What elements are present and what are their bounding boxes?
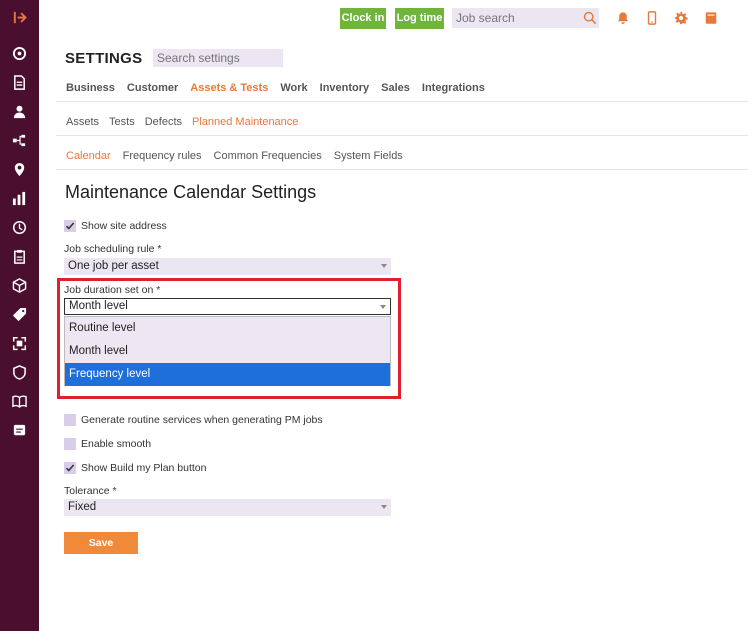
reports-chart-icon[interactable] — [9, 188, 29, 208]
generate-routine-label: Generate routine services when generatin… — [81, 414, 323, 426]
divider — [56, 135, 748, 136]
tab-integrations[interactable]: Integrations — [422, 82, 485, 94]
main-tabs: Business Customer Assets & Tests Work In… — [66, 82, 485, 94]
shield-icon[interactable] — [9, 362, 29, 382]
tab-customer[interactable]: Customer — [127, 82, 178, 94]
dashboard-icon[interactable] — [9, 43, 29, 63]
chevron-down-icon — [381, 264, 387, 268]
enable-smooth-row: Enable smooth — [64, 438, 151, 450]
log-time-button[interactable]: Log time — [395, 8, 444, 29]
tab-defects[interactable]: Defects — [145, 116, 182, 128]
tab-inventory[interactable]: Inventory — [320, 82, 370, 94]
scan-icon[interactable] — [9, 333, 29, 353]
tab-common-frequencies[interactable]: Common Frequencies — [214, 150, 322, 162]
collapse-sidebar-icon[interactable] — [9, 7, 29, 27]
tab-assets[interactable]: Assets — [66, 116, 99, 128]
tab-tests[interactable]: Tests — [109, 116, 135, 128]
highlight-annotation — [57, 278, 401, 399]
show-site-address-label: Show site address — [81, 220, 167, 232]
book-icon[interactable] — [9, 391, 29, 411]
settings-title: SETTINGS — [65, 50, 143, 67]
tolerance-label: Tolerance * — [64, 485, 117, 497]
sub-tabs: Assets Tests Defects Planned Maintenance — [66, 116, 298, 128]
tolerance-value: Fixed — [68, 501, 97, 513]
job-scheduling-rule-select[interactable]: One job per asset — [64, 258, 391, 275]
tab-calendar[interactable]: Calendar — [66, 150, 111, 162]
tab-system-fields[interactable]: System Fields — [334, 150, 403, 162]
location-pin-icon[interactable] — [9, 159, 29, 179]
notebook-icon[interactable] — [704, 11, 718, 25]
tolerance-select[interactable]: Fixed — [64, 499, 391, 516]
job-scheduling-rule-label: Job scheduling rule * — [64, 243, 162, 255]
sidebar — [0, 0, 39, 631]
user-icon[interactable] — [9, 101, 29, 121]
third-tabs: Calendar Frequency rules Common Frequenc… — [66, 150, 403, 162]
job-scheduling-rule-value: One job per asset — [68, 260, 159, 272]
settings-search-input[interactable] — [153, 49, 283, 67]
divider — [56, 101, 748, 102]
enable-smooth-label: Enable smooth — [81, 438, 152, 450]
show-build-plan-row: Show Build my Plan button — [64, 462, 207, 474]
bell-icon[interactable] — [616, 11, 630, 25]
tab-work[interactable]: Work — [280, 82, 307, 94]
job-search-input[interactable] — [452, 8, 599, 28]
clock-in-button[interactable]: Clock in — [340, 8, 386, 29]
generate-routine-row: Generate routine services when generatin… — [64, 414, 323, 426]
show-build-plan-checkbox[interactable] — [64, 462, 76, 474]
tab-sales[interactable]: Sales — [381, 82, 410, 94]
page-title: Maintenance Calendar Settings — [65, 182, 317, 202]
save-button[interactable]: Save — [64, 532, 138, 554]
tab-assets-tests[interactable]: Assets & Tests — [190, 82, 268, 94]
generate-routine-checkbox[interactable] — [64, 414, 76, 426]
hierarchy-icon[interactable] — [9, 130, 29, 150]
tab-planned-maintenance[interactable]: Planned Maintenance — [192, 116, 298, 128]
show-site-address-row: Show site address — [64, 220, 167, 232]
clipboard-icon[interactable] — [9, 246, 29, 266]
search-icon[interactable] — [583, 11, 597, 25]
chevron-down-icon — [381, 505, 387, 509]
mobile-phone-icon[interactable] — [645, 11, 659, 25]
enable-smooth-checkbox[interactable] — [64, 438, 76, 450]
settings-gear-icon[interactable] — [674, 11, 688, 25]
documents-icon[interactable] — [9, 72, 29, 92]
tag-icon[interactable] — [9, 304, 29, 324]
clock-icon[interactable] — [9, 217, 29, 237]
box-icon[interactable] — [9, 275, 29, 295]
tab-frequency-rules[interactable]: Frequency rules — [123, 150, 202, 162]
tab-business[interactable]: Business — [66, 82, 115, 94]
show-site-address-checkbox[interactable] — [64, 220, 76, 232]
chat-icon[interactable] — [9, 420, 29, 440]
divider — [56, 169, 748, 170]
show-build-plan-label: Show Build my Plan button — [81, 462, 207, 474]
